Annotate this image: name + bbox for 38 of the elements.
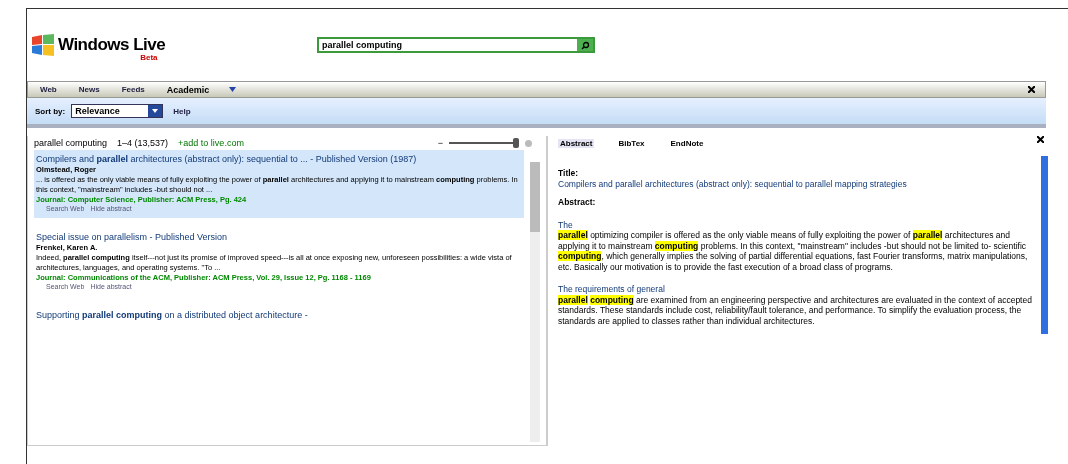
scrollbar[interactable] xyxy=(530,162,540,442)
paragraph-lead: The requirements of general xyxy=(558,284,666,295)
zoom-out-button[interactable]: − xyxy=(437,138,443,148)
result-title[interactable]: Supporting parallel computing on a distributed object architecture - xyxy=(36,310,522,321)
paper-title: Compilers and parallel architectures (abstract only): sequential to parallel mapping strategies xyxy=(558,178,908,189)
abstract-label: Abstract: xyxy=(558,197,597,208)
flag-logo-icon xyxy=(31,34,55,56)
search-button[interactable] xyxy=(577,39,593,51)
slider-thumb[interactable] xyxy=(512,138,519,148)
caret-icon[interactable] xyxy=(229,87,237,92)
abstract-paragraph: parallel optimizing compiler is offered as the only viable means of fully exploiting the power of parallel architectures and applying it to mainstream computing problems. In this context, "mainstream" includes -but should not be limited to- scientific computing, which generally implies the solving of partial differential equations, fast Fourier transforms, matrix manipulations, etc. Basically our motivation is to provide the fast execution of a broad class of programs. xyxy=(558,230,1029,272)
scrollbar[interactable] xyxy=(1041,156,1048,334)
result-title[interactable]: Special issue on parallelism - Published Version xyxy=(36,232,522,243)
brand-logo: Windows Live xyxy=(58,35,166,55)
search-field[interactable]: parallel computing xyxy=(319,39,577,51)
nav-tab[interactable]: Web xyxy=(38,84,59,95)
close-icon[interactable] xyxy=(1028,86,1035,93)
help-link[interactable]: Help xyxy=(173,106,191,116)
paragraph-lead: The xyxy=(558,219,574,230)
abstract-paragraph: parallel computing are examined from an engineering perspective and architectures are evaluated in the context of accepted standards. These standards include cost, reliability/fault tolerance, and performance. To simplify the evaluation process, the standards are applied to classes rather than individual architectures. xyxy=(558,294,1033,326)
nav-tab[interactable]: News xyxy=(76,84,102,95)
title-label: Title: xyxy=(558,168,580,179)
result-title[interactable]: Compilers and parallel architectures (abstract only): sequential to ... - Published Version (1987) xyxy=(36,154,522,165)
detail-tab[interactable]: Abstract xyxy=(558,138,595,148)
search-icon xyxy=(580,40,590,50)
result-item[interactable] xyxy=(34,150,524,218)
result-item[interactable]: Supporting parallel computing on a distributed object architecture - xyxy=(34,306,524,327)
detail-tab[interactable]: BibTex xyxy=(616,138,647,148)
sort-dropdown[interactable]: Relevance xyxy=(71,104,164,118)
nav-tab[interactable]: Academic xyxy=(164,83,212,96)
result-count: 1–4 (13,537) xyxy=(117,138,169,148)
add-link[interactable]: +add to live.com xyxy=(178,138,244,148)
query-text: parallel computing xyxy=(34,138,108,148)
close-icon[interactable] xyxy=(1037,136,1044,143)
detail-tab[interactable]: EndNote xyxy=(668,138,706,148)
nav-tab[interactable]: Feeds xyxy=(119,84,147,95)
beta-label: Beta xyxy=(140,53,158,62)
sort-label: Sort by: xyxy=(35,106,66,116)
